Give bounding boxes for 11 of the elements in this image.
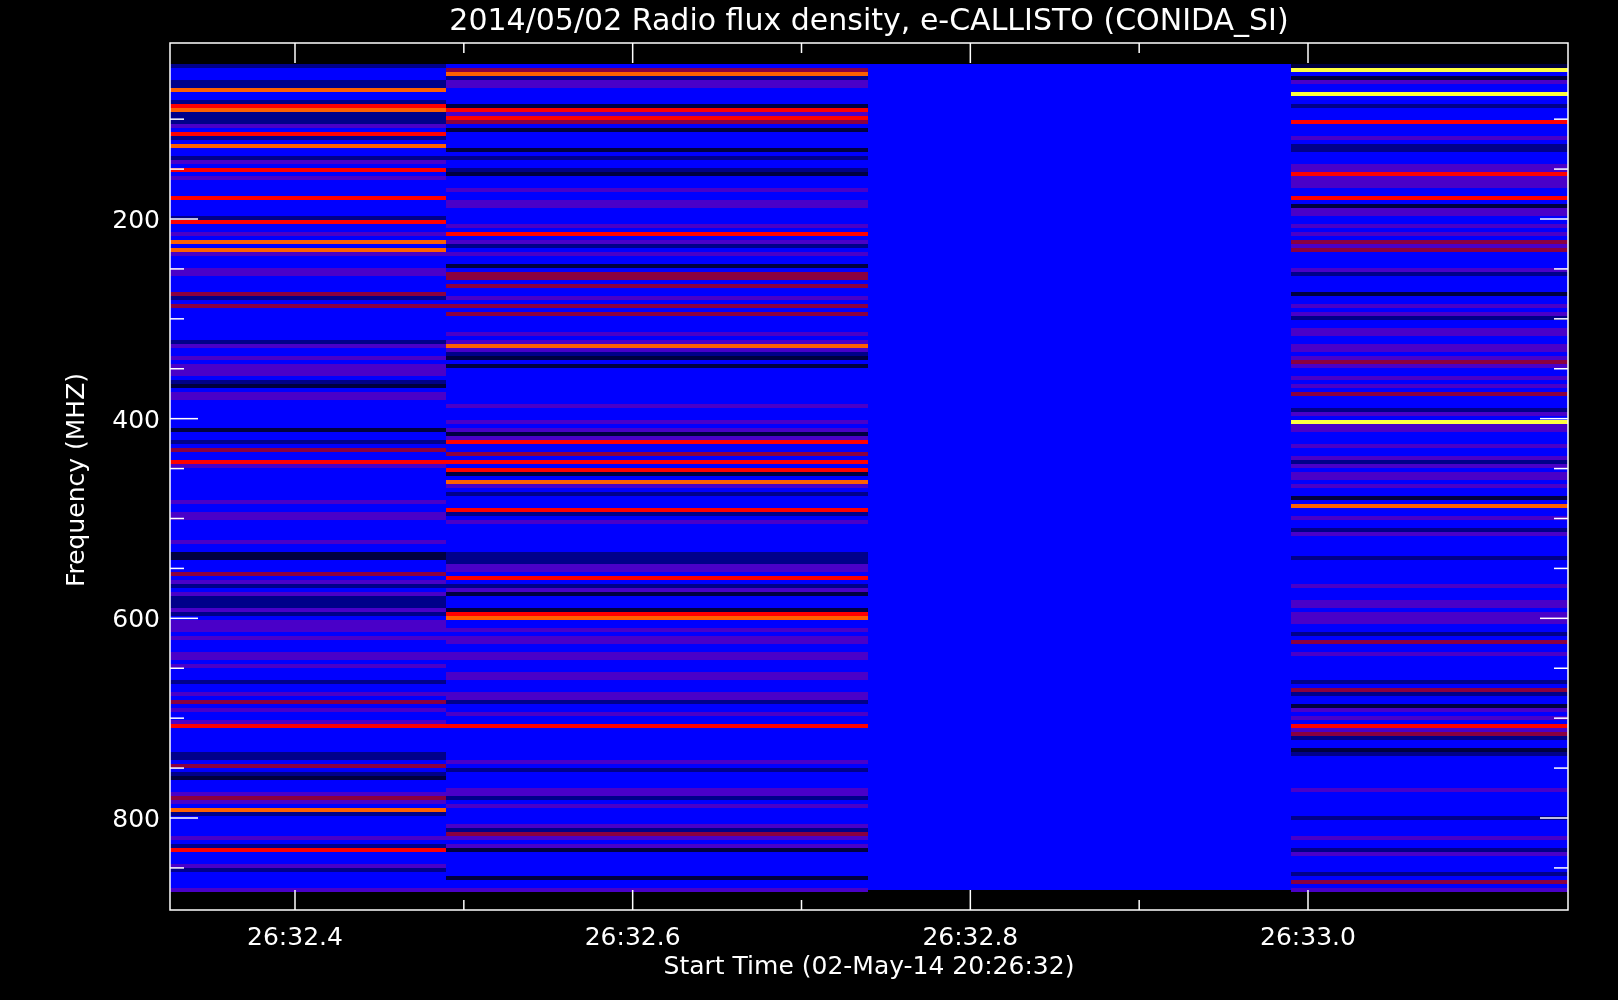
axis-label: Start Time (02-May-14 20:26:32) bbox=[663, 951, 1075, 980]
plot-title: 2014/05/02 Radio flux density, e-CALLISTO (CONIDA_SI) bbox=[449, 2, 1289, 37]
tick-label: 26:32.8 bbox=[922, 922, 1019, 951]
tick-label: 600 bbox=[112, 604, 160, 634]
tick-label: 26:32.4 bbox=[247, 922, 343, 951]
axis-label: Frequency (MHZ) bbox=[61, 372, 90, 588]
tick-label: 200 bbox=[112, 205, 160, 234]
tick-label: 26:33.0 bbox=[1260, 922, 1356, 951]
tick-label: 26:32.6 bbox=[584, 922, 681, 951]
tick-label: 800 bbox=[112, 804, 160, 833]
tick-label: 400 bbox=[112, 404, 160, 434]
